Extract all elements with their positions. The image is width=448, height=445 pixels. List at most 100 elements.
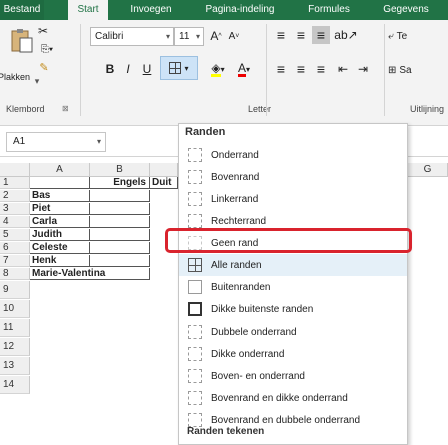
align-center-icon[interactable]: ≡ [292,60,310,78]
font-size-dropdown[interactable]: 11 ▾ [174,27,204,46]
cell-b2[interactable] [90,190,150,202]
cell-b1[interactable]: Engels [90,177,150,189]
borders-button[interactable]: ▾ [160,56,198,80]
chevron-down-icon: ▾ [96,137,101,146]
underline-button[interactable]: U [138,60,156,78]
group-separator [384,24,385,116]
tab-data[interactable]: Gegevens [376,0,436,20]
bottom-border-icon [188,148,202,162]
cell-b3[interactable] [90,203,150,215]
align-middle-icon[interactable]: ≡ [292,26,310,44]
paste-dropdown-icon[interactable]: ▾ [30,74,44,88]
orientation-icon[interactable]: ab↗ [334,26,358,44]
double-bottom-border-icon [188,325,202,339]
row-header[interactable]: 5 [0,229,30,241]
row-header[interactable]: 4 [0,216,30,228]
menu-item-label: Bovenrand [211,171,260,183]
cell-b5[interactable] [90,229,150,241]
align-top-icon[interactable]: ≡ [272,26,290,44]
tab-page-layout[interactable]: Pagina-indeling [198,0,282,20]
row-header[interactable]: 1 [0,177,30,189]
wrap-text-button[interactable]: ⤶ Te [388,28,448,44]
row-header[interactable]: 12 [0,338,30,356]
menu-item-thick-bottom-border[interactable]: Dikke onderrand [179,343,407,365]
menu-item-right-border[interactable]: Rechterrand [179,210,407,232]
thick-outside-borders-icon [188,302,202,316]
tab-file[interactable]: Bestand [0,0,44,20]
font-name-value: Calibri [95,31,124,42]
clipboard-launcher-icon[interactable]: ⊠ [62,104,69,113]
menu-item-bottom-border[interactable]: Onderrand [179,144,407,166]
cell-a8[interactable]: Marie-Valentina [30,268,150,280]
column-header-c[interactable] [150,163,178,177]
menu-item-label: Linkerrand [211,193,259,205]
font-color-button[interactable]: A ▾ [232,60,256,78]
menu-item-double-bottom-border[interactable]: Dubbele onderrand [179,321,407,343]
row-header[interactable]: 8 [0,268,30,280]
row-header[interactable]: 9 [0,281,30,299]
menu-item-thick-outside-borders[interactable]: Dikke buitenste randen [179,298,407,320]
cell-a3[interactable]: Piet [30,203,90,215]
row-header[interactable]: 14 [0,376,30,394]
row-header[interactable]: 6 [0,242,30,254]
paste-button[interactable]: Plakken [0,70,30,84]
increase-indent-icon[interactable]: ⇥ [354,60,372,78]
row-header[interactable]: 7 [0,255,30,267]
cell-a6[interactable]: Celeste [30,242,90,254]
left-border-icon [188,192,202,206]
cut-icon[interactable]: ✂ [36,24,50,38]
cell-c1[interactable]: Duit [150,177,178,189]
column-header-g[interactable]: G [408,163,448,177]
menu-item-top-and-bottom-border[interactable]: Boven- en onderrand [179,365,407,387]
right-border-icon [188,214,202,228]
align-bottom-icon[interactable]: ≡ [312,26,330,44]
row-header[interactable]: 2 [0,190,30,202]
menu-item-top-and-thick-bottom-border[interactable]: Bovenrand en dikke onderrand [179,387,407,409]
row-header[interactable]: 10 [0,300,30,318]
menu-item-outside-borders[interactable]: Buitenranden [179,276,407,298]
italic-button[interactable]: I [120,60,136,78]
select-all-corner[interactable] [0,163,30,177]
font-name-dropdown[interactable]: Calibri ▾ [90,27,174,46]
font-group-label: Letter [248,104,272,114]
tab-insert[interactable]: Invoegen [122,0,180,20]
cell-b7[interactable] [90,255,150,267]
name-box[interactable]: A1 ▾ [6,132,106,152]
shrink-font-button[interactable]: A ˅ [226,28,242,44]
cell-a2[interactable]: Bas [30,190,90,202]
cell-a5[interactable]: Judith [30,229,90,241]
cell-a7[interactable]: Henk [30,255,90,267]
decrease-indent-icon[interactable]: ⇤ [334,60,352,78]
menu-item-left-border[interactable]: Linkerrand [179,188,407,210]
menu-item-label: Alle randen [211,259,262,271]
tab-formulas[interactable]: Formules [300,0,358,20]
row-header[interactable]: 3 [0,203,30,215]
cell-b6[interactable] [90,242,150,254]
thick-bottom-border-icon [188,347,202,361]
top-border-icon [188,170,202,184]
copy-icon[interactable]: ⎘▾ [36,42,58,56]
align-left-icon[interactable]: ≡ [272,60,290,78]
tab-start[interactable]: Start [68,0,108,21]
menu-item-top-border[interactable]: Bovenrand [179,166,407,188]
fill-color-button[interactable]: ◈ ▾ [206,60,230,78]
column-header-b[interactable]: B [90,163,150,177]
menu-item-no-border[interactable]: Geen rand [179,232,407,254]
alignment-group-label: Uitlijning [410,104,445,114]
cell-b4[interactable] [90,216,150,228]
menu-item-all-borders[interactable]: Alle randen [179,254,407,276]
cell-a4[interactable]: Carla [30,216,90,228]
cell-a1[interactable] [30,177,90,189]
clipboard-group-label: Klembord [6,104,45,114]
format-painter-icon[interactable]: ✎ [36,60,52,74]
merge-button[interactable]: ⊞ Sa [388,62,448,78]
row-header[interactable]: 13 [0,357,30,375]
grow-font-button[interactable]: A ^ [208,28,224,44]
paste-icon[interactable] [8,26,36,56]
menu-item-label: Bovenrand en dubbele onderrand [211,414,361,426]
column-header-a[interactable]: A [30,163,90,177]
align-right-icon[interactable]: ≡ [312,60,330,78]
font-color-value: A [237,60,246,77]
bold-button[interactable]: B [102,60,118,78]
row-header[interactable]: 11 [0,319,30,337]
